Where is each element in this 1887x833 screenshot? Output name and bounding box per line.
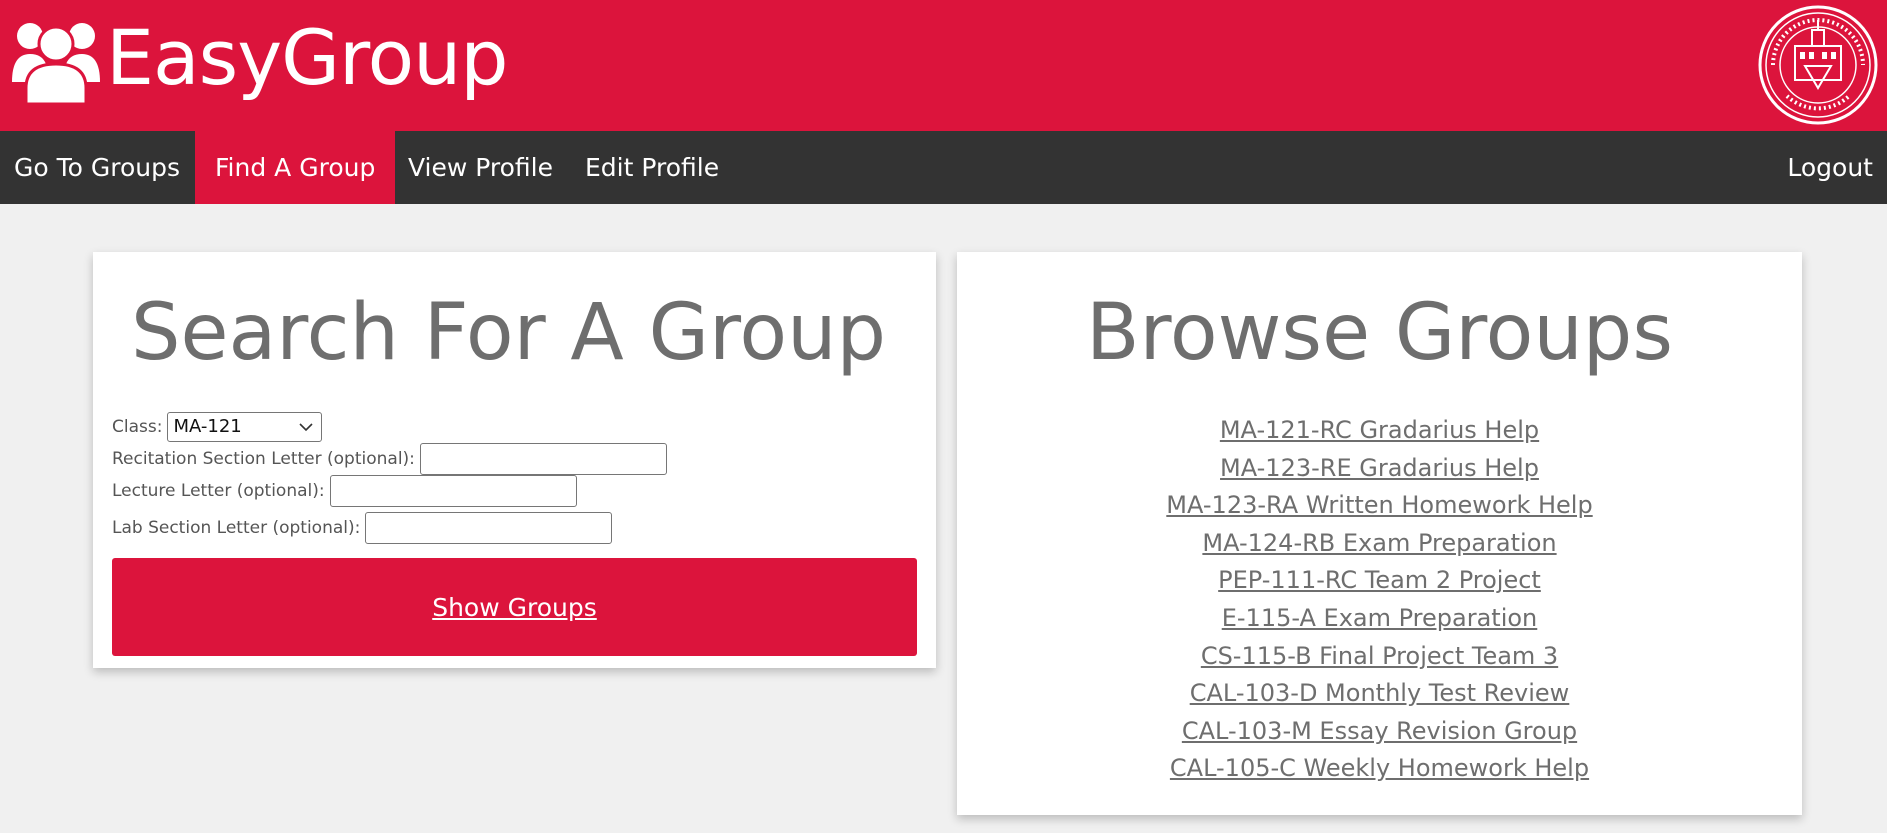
group-link[interactable]: MA-123-RE Gradarius Help xyxy=(1220,454,1539,482)
group-list: MA-121-RC Gradarius Help MA-123-RE Grada… xyxy=(957,412,1802,788)
lab-row: Lab Section Letter (optional): xyxy=(112,512,613,544)
university-seal-icon xyxy=(1758,5,1878,125)
search-card: Search For A Group Class: MA-121 Recitat… xyxy=(93,252,936,668)
browse-card: Browse Groups MA-121-RC Gradarius Help M… xyxy=(957,252,1802,815)
list-item: CS-115-B Final Project Team 3 xyxy=(957,638,1802,676)
lab-input[interactable] xyxy=(365,512,613,544)
nav-logout[interactable]: Logout xyxy=(1773,131,1887,204)
nav-find-a-group[interactable]: Find A Group xyxy=(195,131,396,204)
nav-go-to-groups[interactable]: Go To Groups xyxy=(0,131,194,204)
lecture-label: Lecture Letter (optional): xyxy=(112,481,325,501)
list-item: MA-123-RA Written Homework Help xyxy=(957,487,1802,525)
recitation-row: Recitation Section Letter (optional): xyxy=(112,443,667,475)
class-label: Class: xyxy=(112,417,163,437)
list-item: CAL-103-D Monthly Test Review xyxy=(957,675,1802,713)
class-select-value: MA-121 xyxy=(173,416,242,437)
group-link[interactable]: CS-115-B Final Project Team 3 xyxy=(1201,642,1558,670)
nav-view-profile[interactable]: View Profile xyxy=(394,131,567,204)
group-link[interactable]: MA-124-RB Exam Preparation xyxy=(1202,529,1556,557)
brand[interactable]: EasyGroup xyxy=(12,12,509,104)
group-link[interactable]: CAL-105-C Weekly Homework Help xyxy=(1170,754,1589,782)
list-item: MA-121-RC Gradarius Help xyxy=(957,412,1802,450)
list-item: CAL-103-M Essay Revision Group xyxy=(957,713,1802,751)
group-link[interactable]: CAL-103-M Essay Revision Group xyxy=(1182,717,1577,745)
list-item: CAL-105-C Weekly Homework Help xyxy=(957,750,1802,788)
group-link[interactable]: E-115-A Exam Preparation xyxy=(1222,604,1538,632)
brand-name: EasyGroup xyxy=(106,13,509,102)
show-groups-button[interactable]: Show Groups xyxy=(112,558,917,656)
list-item: PEP-111-RC Team 2 Project xyxy=(957,562,1802,600)
list-item: E-115-A Exam Preparation xyxy=(957,600,1802,638)
users-icon xyxy=(12,23,100,104)
browse-title: Browse Groups xyxy=(1086,288,1673,378)
group-link[interactable]: MA-123-RA Written Homework Help xyxy=(1166,491,1592,519)
list-item: MA-124-RB Exam Preparation xyxy=(957,525,1802,563)
group-link[interactable]: MA-121-RC Gradarius Help xyxy=(1220,416,1539,444)
lecture-input[interactable] xyxy=(329,475,577,507)
header: EasyGroup xyxy=(0,0,1887,131)
chevron-down-icon xyxy=(299,423,314,432)
list-item: MA-123-RE Gradarius Help xyxy=(957,450,1802,488)
class-row: Class: MA-121 xyxy=(112,412,323,442)
group-link[interactable]: CAL-103-D Monthly Test Review xyxy=(1190,679,1570,707)
recitation-input[interactable] xyxy=(419,443,667,475)
group-link[interactable]: PEP-111-RC Team 2 Project xyxy=(1218,566,1541,594)
recitation-label: Recitation Section Letter (optional): xyxy=(112,449,415,469)
main-nav: Go To Groups Find A Group View Profile E… xyxy=(0,131,1887,204)
lecture-row: Lecture Letter (optional): xyxy=(112,475,577,507)
search-title: Search For A Group xyxy=(131,288,887,378)
nav-edit-profile[interactable]: Edit Profile xyxy=(571,131,733,204)
lab-label: Lab Section Letter (optional): xyxy=(112,518,361,538)
class-select[interactable]: MA-121 xyxy=(167,412,323,442)
